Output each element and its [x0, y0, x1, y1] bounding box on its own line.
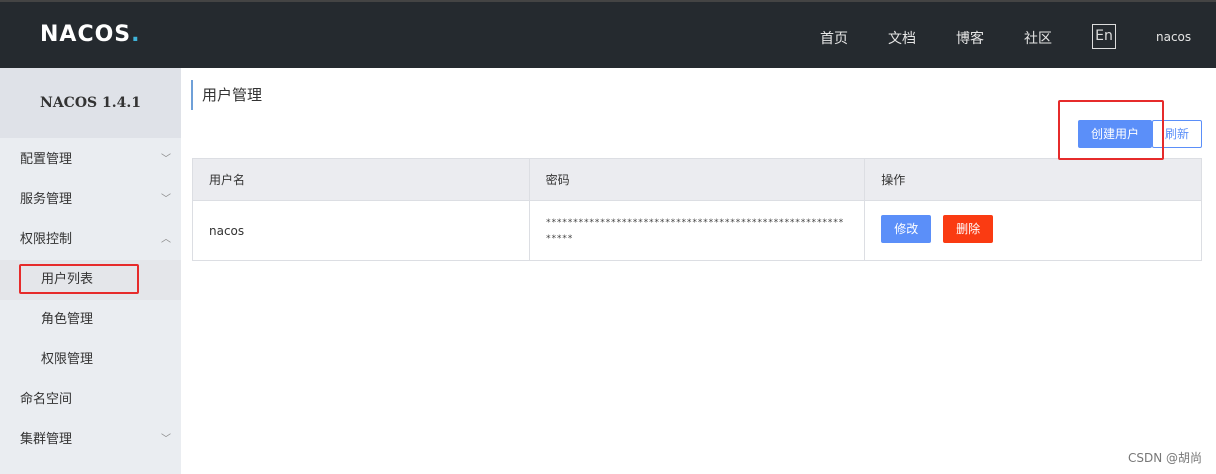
current-user[interactable]: nacos: [1156, 30, 1191, 44]
nav-home[interactable]: 首页: [820, 28, 848, 48]
cell-username: nacos: [192, 200, 530, 261]
nav-docs[interactable]: 文档: [888, 28, 916, 48]
sidebar-item-label: 集群管理: [20, 432, 73, 447]
column-header-username: 用户名: [192, 158, 530, 201]
sidebar-item-label: 角色管理: [41, 312, 94, 327]
highlight-create-user: [1058, 100, 1164, 160]
cell-actions: 修改 删除: [864, 200, 1202, 261]
watermark: CSDN @胡尚: [1127, 451, 1202, 465]
nacos-logo[interactable]: NACOS.: [40, 22, 141, 47]
sidebar-item-namespace[interactable]: 命名空间: [0, 380, 181, 420]
sidebar-item-config[interactable]: 配置管理 ﹀: [0, 140, 181, 180]
top-navbar: NACOS. 首页 文档 博客 社区 En nacos: [0, 0, 1216, 68]
logo-dot: .: [131, 22, 141, 47]
table-header-row: 用户名 密码 操作: [192, 158, 1202, 201]
logo-text-2: OS: [94, 22, 132, 47]
version-label: NACOS 1.4.1: [0, 68, 181, 138]
users-table: 用户名 密码 操作 nacos ************************…: [192, 158, 1202, 261]
page-title: 用户管理: [191, 80, 262, 110]
column-header-password: 密码: [528, 158, 866, 201]
sidebar-item-cluster[interactable]: 集群管理 ﹀: [0, 420, 181, 460]
table-row: nacos **********************************…: [192, 200, 1202, 261]
nav-community[interactable]: 社区: [1024, 28, 1052, 48]
chevron-down-icon: ﹀: [161, 194, 171, 205]
logo-text: NAC: [40, 22, 95, 47]
edit-button[interactable]: 修改: [881, 215, 932, 243]
sidebar-item-permissions[interactable]: 权限管理: [0, 340, 181, 380]
sidebar-item-label: 权限控制: [20, 232, 73, 247]
sidebar-item-label: 配置管理: [20, 152, 73, 167]
sidebar-item-label: 命名空间: [20, 392, 73, 407]
sidebar-item-label: 权限管理: [41, 352, 94, 367]
language-toggle[interactable]: En: [1092, 24, 1116, 49]
chevron-down-icon: ﹀: [161, 154, 171, 165]
sidebar-item-roles[interactable]: 角色管理: [0, 300, 181, 340]
chevron-down-icon: ﹀: [161, 434, 171, 445]
sidebar-item-label: 服务管理: [20, 192, 73, 207]
column-header-actions: 操作: [864, 158, 1202, 201]
delete-button[interactable]: 删除: [943, 215, 994, 243]
sidebar-item-auth[interactable]: 权限控制 ︿: [0, 220, 181, 260]
highlight-user-list: [19, 264, 139, 294]
nav-blog[interactable]: 博客: [956, 28, 984, 48]
cell-password: ****************************************…: [528, 200, 866, 261]
chevron-up-icon: ︿: [161, 234, 171, 245]
sidebar-item-service[interactable]: 服务管理 ﹀: [0, 180, 181, 220]
